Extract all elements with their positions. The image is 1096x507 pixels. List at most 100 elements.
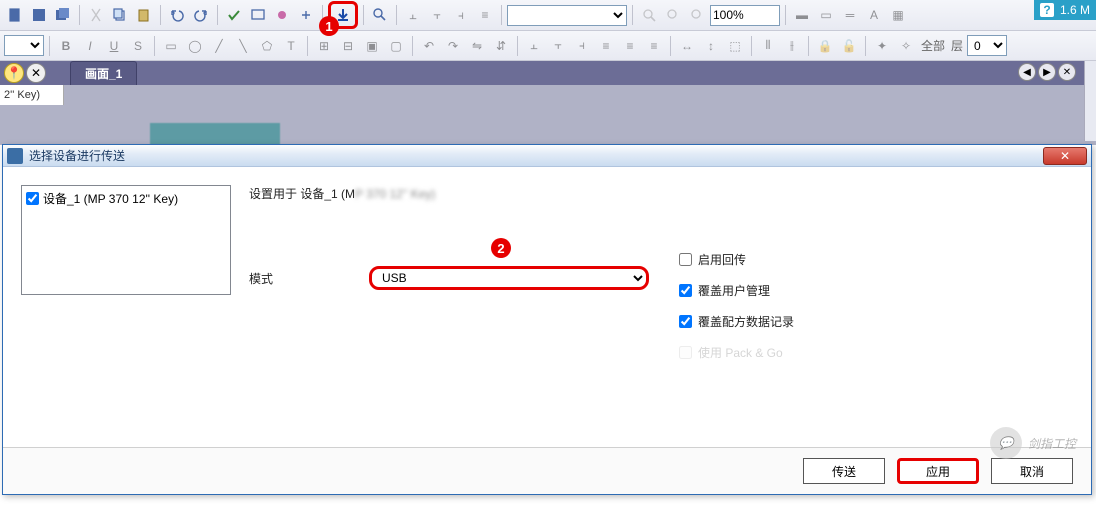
text-icon[interactable]: T	[280, 35, 302, 57]
checkbox-back-transfer[interactable]: 启用回传	[679, 251, 794, 268]
checkbox-override-user[interactable]: 覆盖用户管理	[679, 282, 794, 299]
tab-next-icon[interactable]: ▶	[1038, 63, 1056, 81]
line-color-icon[interactable]: ▭	[815, 4, 837, 26]
pin-icon[interactable]: 📍	[4, 63, 24, 83]
back-icon[interactable]: ▢	[385, 35, 407, 57]
new-icon[interactable]	[4, 4, 26, 26]
front-icon[interactable]: ▣	[361, 35, 383, 57]
align-mid-icon[interactable]: ⫟	[547, 35, 569, 57]
same-size-icon[interactable]: ⬚	[724, 35, 746, 57]
align-r-icon[interactable]: ≡	[643, 35, 665, 57]
paste-icon[interactable]	[133, 4, 155, 26]
mode-label: 模式	[249, 270, 369, 287]
copy-icon[interactable]	[109, 4, 131, 26]
align-top-icon[interactable]: ⫠	[523, 35, 545, 57]
mode-select[interactable]: USB	[369, 266, 649, 290]
apply-button[interactable]: 应用	[897, 458, 979, 484]
rotate-right-icon[interactable]: ↷	[442, 35, 464, 57]
transfer-button[interactable]: 传送	[803, 458, 885, 484]
line-tool-icon[interactable]: ╱	[208, 35, 230, 57]
align-left-icon[interactable]: ⫠	[402, 4, 424, 26]
font-color-a-icon[interactable]: A	[863, 4, 885, 26]
dist-v-icon[interactable]: ⫲	[781, 35, 803, 57]
chk-back-input[interactable]	[679, 253, 692, 266]
same-width-icon[interactable]: ↔	[676, 35, 698, 57]
bg-color-icon[interactable]: ▦	[887, 4, 909, 26]
layer-combo[interactable]: 0	[967, 35, 1007, 56]
align-c-icon[interactable]: ≡	[619, 35, 641, 57]
chk-recipe-input[interactable]	[679, 315, 692, 328]
zoom-combo[interactable]	[710, 5, 780, 26]
zoom-fit-icon[interactable]	[686, 4, 708, 26]
dialog-icon	[7, 148, 23, 164]
download-button[interactable]: 1	[328, 1, 358, 29]
toolbar-row-1: 1 ⫠ ⫟ ⫞ ≡ ▬ ▭ ═ A ▦	[0, 0, 1096, 31]
save-all-icon[interactable]	[52, 4, 74, 26]
link-icon[interactable]	[295, 4, 317, 26]
tab-strip: 📍 ✕ 画面_1 ◀ ▶ ✕	[0, 61, 1096, 85]
misc2-icon[interactable]: ✧	[895, 35, 917, 57]
zoom-in-icon[interactable]	[638, 4, 660, 26]
check-icon[interactable]	[223, 4, 245, 26]
misc1-icon[interactable]: ✦	[871, 35, 893, 57]
cut-icon[interactable]	[85, 4, 107, 26]
same-height-icon[interactable]: ↕	[700, 35, 722, 57]
version-text: 1.6 M	[1060, 3, 1090, 17]
rect-icon[interactable]: ▭	[160, 35, 182, 57]
align-l-icon[interactable]: ≡	[595, 35, 617, 57]
tab-close-icon[interactable]: ✕	[1058, 63, 1076, 81]
ungroup-icon[interactable]: ⊟	[337, 35, 359, 57]
rotate-left-icon[interactable]: ↶	[418, 35, 440, 57]
screen-icon[interactable]	[247, 4, 269, 26]
ellipse-icon[interactable]: ◯	[184, 35, 206, 57]
device-list[interactable]: 设备_1 (MP 370 12'' Key)	[21, 185, 231, 295]
find-icon[interactable]	[369, 4, 391, 26]
workspace: 2'' Key)	[0, 85, 1096, 145]
italic-icon[interactable]: I	[79, 35, 101, 57]
font-combo[interactable]	[507, 5, 627, 26]
flip-h-icon[interactable]: ⇋	[466, 35, 488, 57]
align-center-icon[interactable]: ⫟	[426, 4, 448, 26]
flip-v-icon[interactable]: ⇵	[490, 35, 512, 57]
save-icon[interactable]	[28, 4, 50, 26]
app-corner-badge: ? 1.6 M	[1034, 0, 1096, 20]
strike-icon[interactable]: S	[127, 35, 149, 57]
side-panel-stub	[1084, 61, 1096, 141]
group-icon[interactable]: ⊞	[313, 35, 335, 57]
tab-screen-1[interactable]: 画面_1	[70, 61, 137, 85]
device-checkbox[interactable]	[26, 192, 39, 205]
tab-prev-icon[interactable]: ◀	[1018, 63, 1036, 81]
align-right-icon[interactable]: ⫞	[450, 4, 472, 26]
polygon-icon[interactable]: ⬠	[256, 35, 278, 57]
help-icon[interactable]: ?	[1040, 3, 1054, 17]
callout-2: 2	[491, 238, 511, 258]
zoom-out-icon[interactable]	[662, 4, 684, 26]
panel-close-icon[interactable]: ✕	[26, 63, 46, 83]
dialog-close-button[interactable]: ✕	[1043, 147, 1087, 165]
layer-label: 层	[949, 37, 965, 54]
lock-icon[interactable]: 🔒	[814, 35, 836, 57]
align-bot-icon[interactable]: ⫞	[571, 35, 593, 57]
polyline-icon[interactable]: ╲	[232, 35, 254, 57]
checkbox-override-recipe[interactable]: 覆盖配方数据记录	[679, 313, 794, 330]
cancel-button[interactable]: 取消	[991, 458, 1073, 484]
settings-for-label: 设置用于 设备_1 (MP 370 12'' Key)	[249, 185, 1073, 202]
redo-icon[interactable]	[190, 4, 212, 26]
dialog-footer: 传送 应用 取消	[3, 447, 1091, 494]
device-item-1[interactable]: 设备_1 (MP 370 12'' Key)	[26, 190, 226, 207]
line-style-icon[interactable]: ═	[839, 4, 861, 26]
distribute-icon[interactable]: ≡	[474, 4, 496, 26]
undo-icon[interactable]	[166, 4, 188, 26]
chk-user-input[interactable]	[679, 284, 692, 297]
dist-h-icon[interactable]: ⫴	[757, 35, 779, 57]
underline-icon[interactable]: U	[103, 35, 125, 57]
tree-panel-fragment: 2'' Key)	[0, 85, 64, 105]
unlock-icon[interactable]: 🔓	[838, 35, 860, 57]
tag-icon[interactable]	[271, 4, 293, 26]
bold-icon[interactable]: B	[55, 35, 77, 57]
callout-1: 1	[319, 16, 339, 36]
fill-color-icon[interactable]: ▬	[791, 4, 813, 26]
device-label: 设备_1 (MP 370 12'' Key)	[43, 190, 178, 207]
dialog-titlebar: 选择设备进行传送 ✕	[3, 145, 1091, 167]
style-combo[interactable]	[4, 35, 44, 56]
